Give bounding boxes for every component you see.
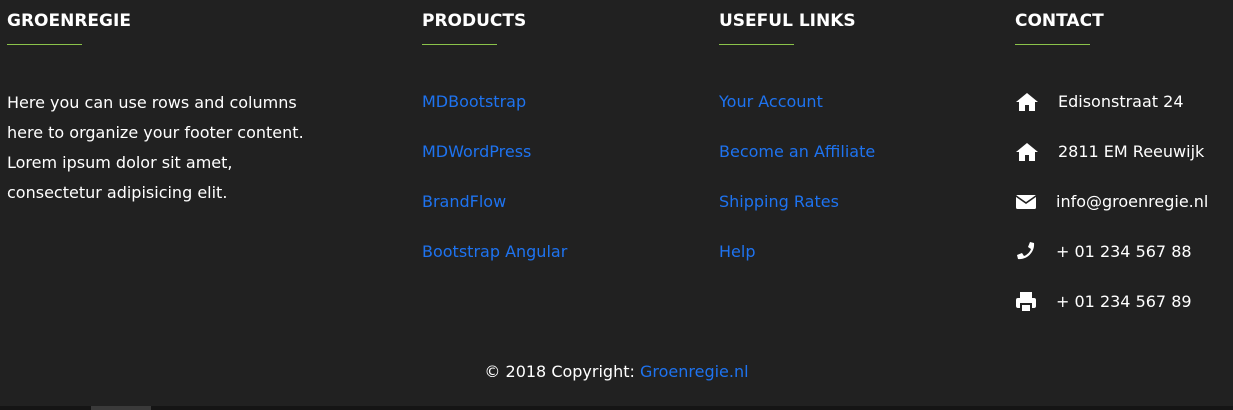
list-item: Your Account <box>719 88 875 138</box>
useful-link-your-account[interactable]: Your Account <box>719 92 823 111</box>
list-item: MDWordPress <box>422 138 567 188</box>
useful-links-heading: USEFUL LINKS <box>719 11 856 31</box>
contact-address-text: Edisonstraat 24 <box>1058 92 1184 111</box>
contact-heading-underline <box>1015 44 1090 45</box>
list-item: MDBootstrap <box>422 88 567 138</box>
phone-icon <box>1015 241 1039 263</box>
products-link-bootstrap-angular[interactable]: Bootstrap Angular <box>422 242 567 261</box>
products-link-mdbootstrap[interactable]: MDBootstrap <box>422 92 526 111</box>
contact-email-text: info@groenregie.nl <box>1056 192 1209 211</box>
contact-fax-text: + 01 234 567 89 <box>1056 292 1192 311</box>
contact-city-text: 2811 EM Reeuwijk <box>1058 142 1205 161</box>
products-heading-underline <box>422 44 497 45</box>
copyright: © 2018 Copyright: Groenregie.nl <box>0 358 1233 386</box>
useful-link-shipping-rates[interactable]: Shipping Rates <box>719 192 839 211</box>
page-footer: GROENREGIE Here you can use rows and col… <box>0 0 1233 410</box>
about-text: Here you can use rows and columns here t… <box>7 93 304 202</box>
home-icon <box>1015 91 1039 113</box>
horizontal-scrollbar[interactable] <box>0 406 1233 410</box>
list-item: BrandFlow <box>422 188 567 238</box>
useful-links-heading-underline <box>719 44 794 45</box>
list-item: Become an Affiliate <box>719 138 875 188</box>
list-item: Bootstrap Angular <box>422 238 567 288</box>
scrollbar-thumb[interactable] <box>91 406 151 410</box>
copyright-text: © 2018 Copyright: <box>484 362 640 381</box>
useful-link-become-affiliate[interactable]: Become an Affiliate <box>719 142 875 161</box>
useful-link-help[interactable]: Help <box>719 242 755 261</box>
print-icon <box>1015 291 1039 313</box>
home-icon <box>1015 141 1039 163</box>
contact-heading: CONTACT <box>1015 11 1104 31</box>
useful-links-list: Your Account Become an Affiliate Shippin… <box>719 88 875 288</box>
products-link-mdwordpress[interactable]: MDWordPress <box>422 142 531 161</box>
about-heading-underline <box>7 44 82 45</box>
products-heading: PRODUCTS <box>422 11 527 31</box>
products-link-brandflow[interactable]: BrandFlow <box>422 192 506 211</box>
list-item: Help <box>719 238 875 288</box>
about-heading: GROENREGIE <box>7 11 131 31</box>
envelope-icon <box>1015 191 1039 213</box>
copyright-link[interactable]: Groenregie.nl <box>640 362 749 381</box>
contact-phone-text: + 01 234 567 88 <box>1056 242 1192 261</box>
products-list: MDBootstrap MDWordPress BrandFlow Bootst… <box>422 88 567 288</box>
list-item: Shipping Rates <box>719 188 875 238</box>
